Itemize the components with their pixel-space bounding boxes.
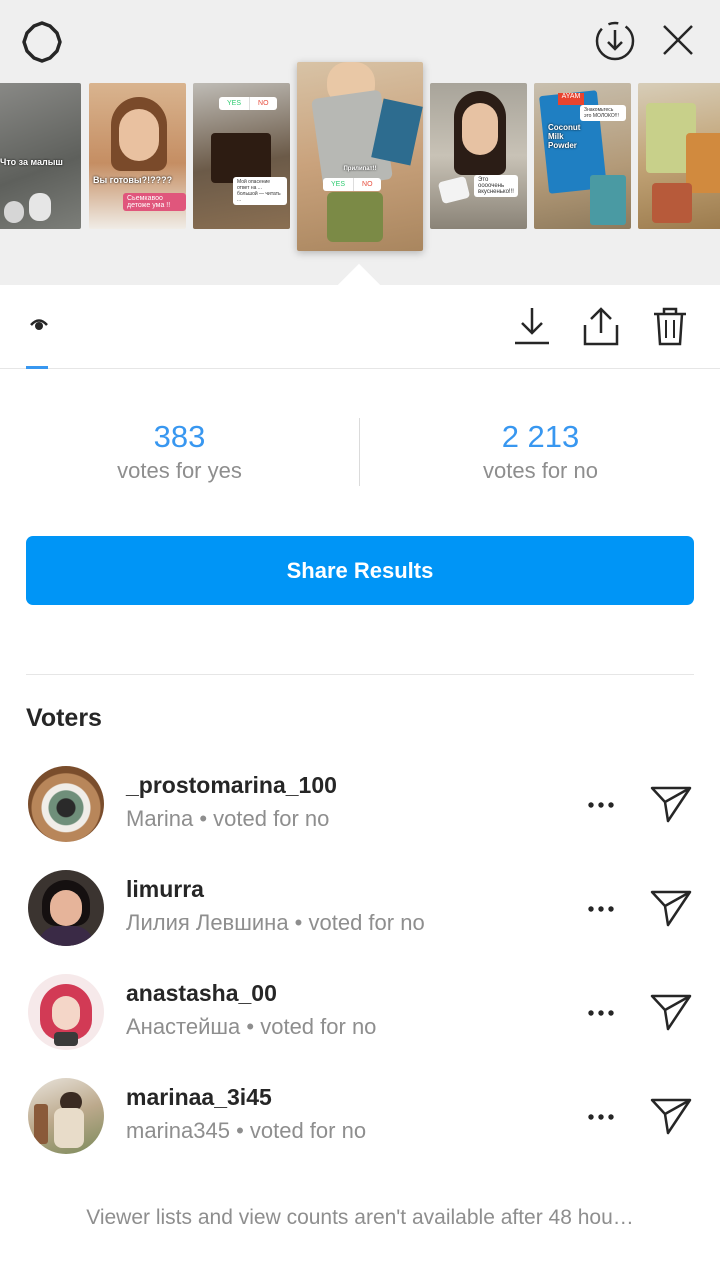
brand-label: AYAM bbox=[558, 93, 584, 105]
close-icon[interactable] bbox=[654, 16, 702, 64]
thumbnail-caption: Coconut Milk Powder bbox=[548, 123, 581, 150]
yes-label: votes for yes bbox=[117, 458, 242, 483]
gear-icon[interactable] bbox=[18, 18, 66, 66]
voter-row[interactable]: limurra Лилия Левшина • voted for no bbox=[0, 864, 720, 954]
more-dots-icon[interactable] bbox=[584, 894, 618, 924]
thumbnail-caption: Прилипат!! bbox=[343, 166, 377, 172]
send-icon[interactable] bbox=[648, 886, 694, 930]
download-icon[interactable] bbox=[510, 303, 554, 349]
voter-row[interactable]: _prostomarina_100 Marina • voted for no bbox=[0, 760, 720, 850]
poll-sticker: YES NO bbox=[323, 178, 381, 191]
eye-icon[interactable] bbox=[26, 311, 52, 337]
active-tab-indicator bbox=[26, 366, 48, 369]
yes-count: 383 bbox=[153, 419, 206, 454]
no-count: 2 213 bbox=[501, 419, 580, 454]
no-results: 2 213 votes for no bbox=[361, 418, 720, 484]
send-icon[interactable] bbox=[648, 782, 694, 826]
voter-username[interactable]: anastasha_00 bbox=[126, 980, 277, 1007]
voter-row[interactable]: marinaa_3i45 marina345 • voted for no bbox=[0, 1072, 720, 1162]
poll-sticker: YES NO bbox=[219, 97, 277, 110]
story-thumbnail[interactable]: Что за малыш bbox=[0, 83, 81, 229]
download-circle-icon[interactable] bbox=[590, 16, 640, 66]
voter-meta: Лилия Левшина • voted for no bbox=[126, 910, 425, 935]
story-thumbnail[interactable]: AYAM Coconut Milk Powder Знакомьтесь это… bbox=[534, 83, 631, 229]
section-divider bbox=[26, 674, 694, 675]
viewer-list-notice: Viewer lists and view counts aren't avai… bbox=[86, 1206, 634, 1229]
share-results-button[interactable]: Share Results bbox=[26, 536, 694, 605]
thumbnail-note: Знакомьтесь это МОЛОКО!!! bbox=[580, 105, 626, 121]
voter-meta: Анастейша • voted for no bbox=[126, 1014, 377, 1039]
voter-row[interactable]: anastasha_00 Анастейша • voted for no bbox=[0, 968, 720, 1058]
avatar[interactable] bbox=[28, 1078, 104, 1154]
thumbnail-caption: Вы готовы?!???? bbox=[93, 175, 173, 185]
avatar[interactable] bbox=[28, 870, 104, 946]
thumbnail-caption: Что за малыш bbox=[0, 157, 63, 167]
story-thumbnail[interactable]: Вы готовы?!???? Сьемкавоо детоже ума !! bbox=[89, 83, 186, 229]
thumbnail-caption: Это оооочень вкусненько!!! bbox=[474, 175, 518, 197]
voters-heading: Voters bbox=[26, 704, 102, 732]
share-icon[interactable] bbox=[578, 303, 624, 349]
story-toolbar bbox=[0, 285, 720, 369]
story-thumbnail[interactable]: YES NO Мой опасение ответ на ... большой … bbox=[193, 83, 290, 229]
results-divider bbox=[359, 418, 360, 486]
voter-username[interactable]: _prostomarina_100 bbox=[126, 772, 337, 799]
send-icon[interactable] bbox=[648, 990, 694, 1034]
voter-username[interactable]: limurra bbox=[126, 876, 204, 903]
more-dots-icon[interactable] bbox=[584, 1102, 618, 1132]
avatar[interactable] bbox=[28, 766, 104, 842]
more-dots-icon[interactable] bbox=[584, 998, 618, 1028]
yes-results: 383 votes for yes bbox=[0, 418, 359, 484]
more-dots-icon[interactable] bbox=[584, 790, 618, 820]
no-label: votes for no bbox=[483, 458, 598, 483]
send-icon[interactable] bbox=[648, 1094, 694, 1138]
trash-icon[interactable] bbox=[648, 303, 692, 349]
story-thumbnail[interactable]: Это оооочень вкусненько!!! bbox=[430, 83, 527, 229]
voter-meta: Marina • voted for no bbox=[126, 806, 330, 831]
thumbnail-note: Мой опасение ответ на ... большой — чита… bbox=[233, 177, 287, 205]
voter-meta: marina345 • voted for no bbox=[126, 1118, 367, 1143]
thumbnail-sticker: Сьемкавоо детоже ума !! bbox=[123, 193, 186, 211]
story-thumbnail-selected[interactable]: Прилипат!! YES NO bbox=[297, 62, 423, 251]
avatar[interactable] bbox=[28, 974, 104, 1050]
voter-username[interactable]: marinaa_3i45 bbox=[126, 1084, 272, 1111]
story-thumbnail[interactable] bbox=[638, 83, 720, 229]
story-tray: Что за малыш Вы готовы?!???? Сьемкавоо д… bbox=[0, 0, 720, 285]
